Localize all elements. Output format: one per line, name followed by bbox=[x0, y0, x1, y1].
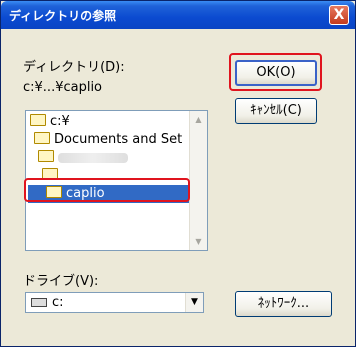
tree-item-label: c:¥ bbox=[50, 114, 70, 129]
drive-select[interactable]: c: ▼ bbox=[25, 292, 204, 313]
drive-value: c: bbox=[52, 295, 64, 310]
tree-item-user[interactable] bbox=[38, 149, 128, 167]
title-bar[interactable]: ディレクトリの参照 X bbox=[1, 1, 355, 29]
directory-browse-dialog: ディレクトリの参照 X ディレクトリ(D): c:¥...¥caplio c:¥… bbox=[0, 0, 356, 347]
drive-label: ドライブ(V): bbox=[23, 274, 99, 289]
scroll-up-icon[interactable]: ▲ bbox=[190, 111, 207, 128]
tree-item-documents[interactable]: Documents and Set bbox=[34, 131, 182, 149]
tree-scrollbar[interactable]: ▲ ▼ bbox=[189, 111, 207, 250]
close-button[interactable]: X bbox=[329, 5, 349, 25]
folder-open-icon bbox=[30, 114, 46, 126]
folder-open-icon bbox=[34, 132, 50, 144]
blurred-folder-name bbox=[58, 152, 128, 163]
network-button[interactable]: ﾈｯﾄﾜｰｸ... bbox=[235, 291, 332, 317]
tree-item-root[interactable]: c:¥ bbox=[30, 113, 70, 131]
chevron-down-icon[interactable]: ▼ bbox=[185, 293, 203, 312]
window-title: ディレクトリの参照 bbox=[9, 9, 117, 23]
ok-highlight-frame bbox=[229, 53, 322, 91]
folder-open-icon bbox=[38, 150, 54, 162]
close-icon: X bbox=[333, 7, 345, 23]
cancel-button[interactable]: ｷｬﾝｾﾙ(C) bbox=[235, 98, 317, 124]
directory-label: ディレクトリ(D): bbox=[23, 60, 125, 75]
drive-icon bbox=[31, 298, 47, 307]
caplio-highlight-frame bbox=[24, 178, 190, 202]
current-path: c:¥...¥caplio bbox=[23, 80, 103, 95]
scroll-down-icon[interactable]: ▼ bbox=[190, 233, 207, 250]
tree-item-label: Documents and Set bbox=[54, 132, 183, 147]
